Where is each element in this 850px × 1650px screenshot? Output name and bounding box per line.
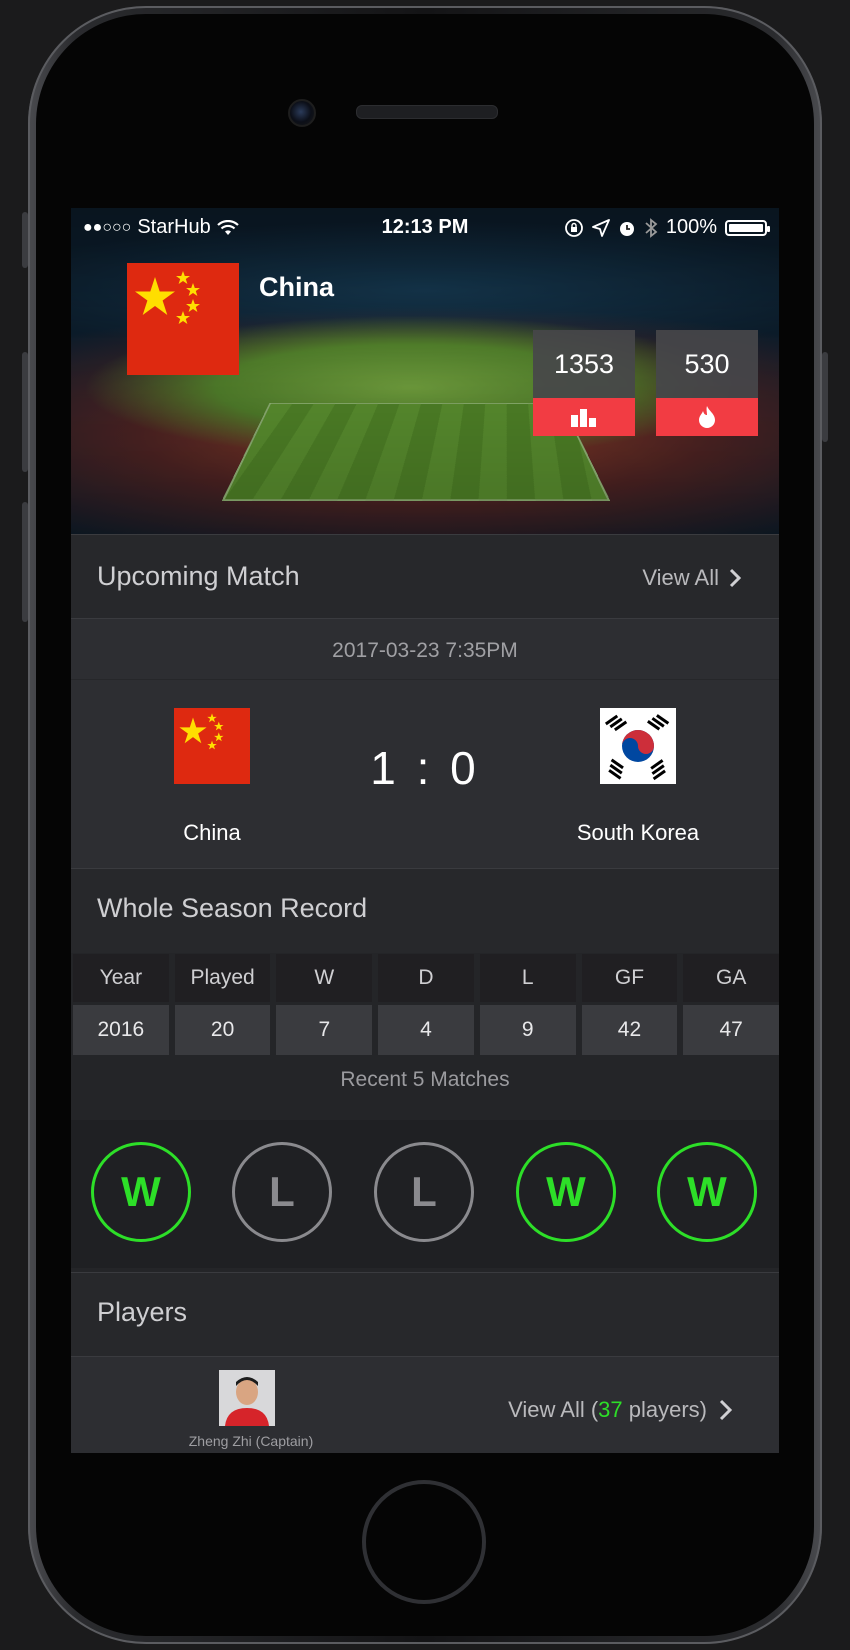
ranking-stat[interactable]: 1353 [533, 330, 635, 436]
table-header-cell: Year [73, 954, 169, 1002]
table-cell: 20 [174, 1005, 271, 1055]
alarm-icon [619, 221, 634, 236]
upcoming-match-card[interactable]: 2017-03-23 7:35PM China 1 : 0 South Kore… [71, 618, 779, 869]
recent-matches-label: Recent 5 Matches [340, 1068, 510, 1091]
season-record-header: Whole Season Record [71, 868, 779, 953]
captain-name: Zheng Zhi (Captain) [188, 1433, 314, 1449]
team-name: China [259, 272, 335, 302]
flame-icon [699, 406, 715, 428]
home-button[interactable] [362, 1480, 486, 1604]
players-card[interactable]: Zheng Zhi (Captain) View All (37 players… [71, 1356, 779, 1453]
status-bar: ●●○○○ StarHub 12:13 PM 100% [71, 208, 779, 248]
bar-chart-icon [571, 409, 596, 427]
away-team-name: South Korea [576, 820, 700, 845]
season-record-title: Whole Season Record [97, 893, 368, 923]
team-header-banner: ●●○○○ StarHub 12:13 PM 100% China 1353 5… [71, 208, 779, 534]
recent-results: W L L W W [71, 1120, 779, 1268]
upcoming-match-header: Upcoming Match View All [71, 534, 779, 619]
table-cell: 47 [683, 1005, 779, 1055]
result-win-badge[interactable]: W [516, 1142, 616, 1242]
chevron-right-icon [729, 568, 741, 588]
upcoming-match-title: Upcoming Match [97, 561, 300, 591]
front-camera [288, 99, 316, 127]
ranking-value: 1353 [533, 330, 635, 398]
home-team-name: China [183, 820, 241, 845]
table-header-cell: W [276, 954, 373, 1002]
result-loss-badge[interactable]: L [232, 1142, 332, 1242]
china-flag-icon [127, 263, 239, 375]
view-all-label: View All [642, 565, 719, 590]
popularity-stat[interactable]: 530 [656, 330, 758, 436]
result-win-badge[interactable]: W [91, 1142, 191, 1242]
app-screen: ●●○○○ StarHub 12:13 PM 100% China 1353 5… [71, 208, 779, 1453]
earpiece-speaker [356, 105, 498, 119]
bluetooth-icon [645, 217, 658, 238]
players-title: Players [97, 1297, 188, 1327]
result-loss-badge[interactable]: L [374, 1142, 474, 1242]
popularity-value: 530 [656, 330, 758, 398]
volume-down-button [22, 502, 28, 622]
table-cell: 7 [276, 1005, 373, 1055]
chevron-right-icon [719, 1399, 733, 1421]
table-header-cell: D [378, 954, 474, 1002]
rotation-lock-icon [564, 218, 583, 237]
table-header-cell: Played [174, 954, 271, 1002]
south-korea-flag-icon [600, 708, 676, 784]
volume-up-button [22, 352, 28, 472]
divider [71, 679, 779, 680]
player-count: 37 [598, 1397, 623, 1422]
table-cell: 42 [581, 1005, 678, 1055]
upcoming-view-all-link[interactable]: View All [642, 565, 741, 591]
battery-icon [725, 219, 770, 236]
players-view-all-link[interactable]: View All (37 players) [508, 1397, 733, 1423]
table-row: 2016 20 7 4 9 42 47 [73, 1005, 779, 1055]
table-header-row: Year Played W D L GF GA [73, 954, 779, 1002]
view-all-players-label: View All (37 players) [508, 1397, 707, 1422]
table-cell: 4 [378, 1005, 474, 1055]
match-date: 2017-03-23 7:35PM [332, 639, 518, 662]
table-header-cell: GA [683, 954, 779, 1002]
result-win-badge[interactable]: W [657, 1142, 757, 1242]
captain-avatar[interactable] [219, 1370, 275, 1426]
table-cell: 9 [479, 1005, 576, 1055]
table-header-cell: GF [581, 954, 678, 1002]
power-button [822, 352, 828, 442]
table-header-cell: L [479, 954, 576, 1002]
players-header: Players [71, 1272, 779, 1357]
season-record-table: Year Played W D L GF GA 2016 20 7 4 9 42… [73, 954, 779, 1055]
location-arrow-icon [591, 218, 610, 237]
mute-switch [22, 212, 28, 268]
battery-percentage: 100% [665, 216, 717, 238]
table-cell: 2016 [73, 1005, 169, 1055]
